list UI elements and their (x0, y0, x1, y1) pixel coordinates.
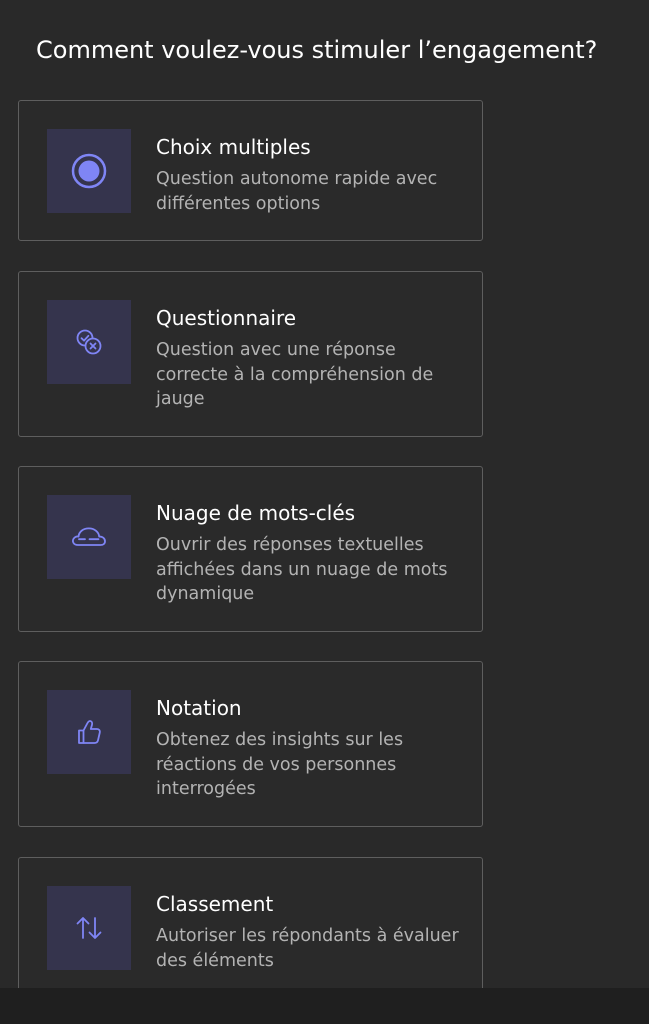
bottom-bar (0, 988, 649, 1024)
quiz-check-x-icon (76, 329, 102, 355)
word-cloud-icon (72, 527, 106, 546)
option-icon-box (47, 690, 131, 774)
option-description: Question autonome rapide avec différente… (156, 169, 438, 214)
option-title: Classement (156, 892, 274, 916)
option-title: Notation (156, 696, 242, 720)
option-description: Ouvrir des réponses textuelles affichées… (156, 535, 448, 604)
thumbs-up-icon (78, 720, 101, 744)
page-title: Comment voulez-vous stimuler l’engagemen… (36, 36, 598, 64)
option-word-cloud[interactable]: Nuage de mots-clés Ouvrir des réponses t… (18, 466, 483, 632)
option-description: Question avec une réponse correcte à la … (156, 340, 434, 409)
option-title: Choix multiples (156, 135, 311, 159)
option-description: Autoriser les répondants à évaluer des é… (156, 926, 459, 971)
option-quiz[interactable]: Questionnaire Question avec une réponse … (18, 271, 483, 437)
option-icon-box (47, 129, 131, 213)
option-title: Questionnaire (156, 306, 297, 330)
option-rating[interactable]: Notation Obtenez des insights sur les ré… (18, 661, 483, 827)
engagement-picker: Comment voulez-vous stimuler l’engagemen… (0, 0, 649, 1024)
arrows-up-down-icon (76, 917, 102, 939)
option-multiple-choice[interactable]: Choix multiples Question autonome rapide… (18, 100, 483, 241)
option-ranking[interactable]: Classement Autoriser les répondants à év… (18, 857, 483, 1007)
radio-selected-icon (71, 153, 107, 189)
option-description: Obtenez des insights sur les réactions d… (156, 730, 404, 799)
option-icon-box (47, 495, 131, 579)
option-title: Nuage de mots-clés (156, 501, 356, 525)
option-icon-box (47, 300, 131, 384)
option-icon-box (47, 886, 131, 970)
